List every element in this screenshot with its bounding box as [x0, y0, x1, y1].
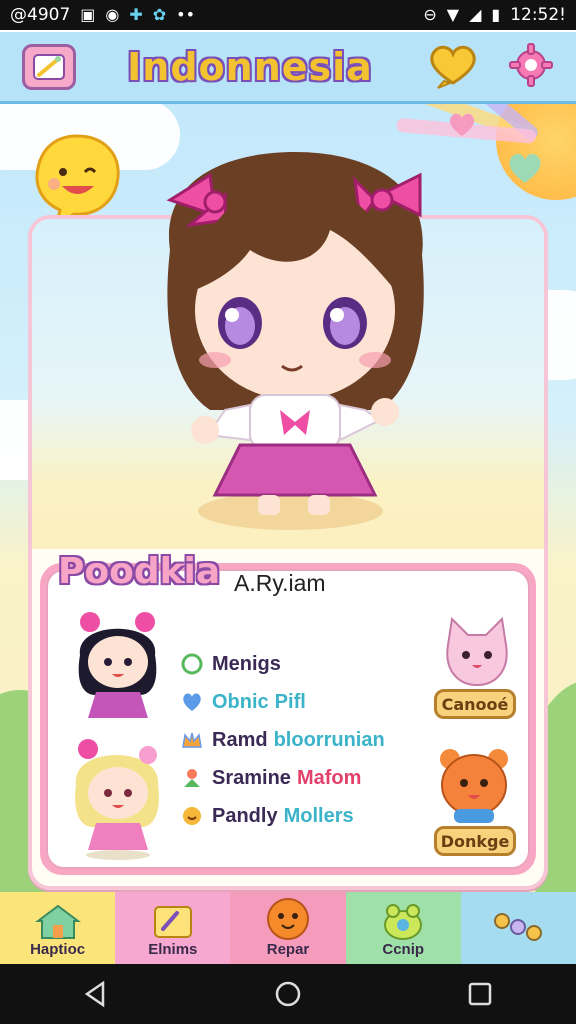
tab-repar[interactable]: Repar	[230, 892, 346, 964]
battery-icon: ▮	[491, 5, 501, 24]
art-board-icon	[153, 906, 192, 938]
stat-key: Menigs	[212, 652, 281, 675]
status-bar: @4907 ▣ ◉ ✚ ✿ •• ⊖ ▼ ◢ ▮ 12:52!	[0, 0, 576, 30]
green-heart-icon	[180, 652, 204, 676]
green-heart-decoration-icon	[509, 154, 541, 183]
settings-gear-icon	[508, 42, 553, 87]
tab-more[interactable]	[460, 892, 576, 964]
speech-heart-icon	[430, 45, 476, 89]
tab-label: Haptioc	[30, 941, 86, 958]
tab-label: Repar	[266, 941, 310, 958]
bottom-tab-bar: Haptioc Elnims Repar Ccnip	[0, 892, 576, 964]
profile-stats-list: Menigs Obnic Pifl Ramd bloorrunian Srami…	[180, 645, 410, 835]
stat-value: Pifl	[274, 690, 306, 713]
system-nav-bar	[0, 964, 576, 1024]
pink-cat-avatar[interactable]	[438, 615, 516, 690]
stat-row: Ramd bloorrunian	[180, 721, 410, 759]
bear-button[interactable]: Donkge	[434, 826, 516, 856]
status-time: 12:52!	[510, 5, 566, 25]
house-icon	[34, 904, 81, 939]
blonde-chibi-avatar[interactable]	[70, 735, 165, 860]
stat-row: Menigs	[180, 645, 410, 683]
cat-button[interactable]: Canooé	[434, 689, 516, 719]
frog-icon	[384, 904, 423, 940]
speech-heart-button[interactable]	[424, 41, 482, 93]
tab-haptioc[interactable]: Haptioc	[0, 892, 116, 964]
stat-row: Sramine Mafom	[180, 759, 410, 797]
wifi-icon: ▼	[446, 5, 460, 24]
stat-value: Mafom	[296, 766, 362, 789]
stat-row: Pandly Mollers	[180, 797, 410, 835]
tab-elnims[interactable]: Elnims	[115, 892, 231, 964]
stat-key: Pandly	[212, 804, 278, 827]
tab-label: Ccnip	[382, 941, 425, 958]
recents-icon[interactable]	[465, 979, 495, 1009]
profile-subtitle: A.Ry.iam	[234, 570, 326, 596]
tab-ccnip[interactable]: Ccnip	[345, 892, 461, 964]
dots-icon	[494, 913, 543, 941]
more-notifications-icon: ••	[176, 5, 196, 24]
stat-row: Obnic Pifl	[180, 683, 410, 721]
image-notification-icon: ▣	[80, 5, 96, 24]
orange-bear-avatar[interactable]	[434, 745, 514, 825]
stat-value: bloorrunian	[273, 728, 385, 751]
stat-value: Mollers	[283, 804, 354, 827]
main-chibi-character[interactable]	[130, 140, 460, 525]
orange-face-icon	[267, 898, 309, 940]
puzzle-notification-icon: ✚	[129, 5, 143, 24]
flower-icon	[180, 766, 204, 790]
media-notification-icon: ◉	[105, 5, 120, 24]
paint-brush-icon	[33, 53, 65, 80]
stat-key: Obnic	[212, 690, 269, 713]
page-title: Indonnesia	[127, 44, 373, 89]
profile-name-banner: Poodkia	[58, 551, 221, 592]
signal-icon: ◢	[469, 5, 482, 24]
do-not-disturb-icon: ⊖	[423, 5, 437, 24]
back-icon[interactable]	[81, 979, 111, 1009]
home-icon[interactable]	[273, 979, 303, 1009]
blue-heart-icon	[180, 690, 204, 714]
stat-key: Ramd	[212, 728, 268, 751]
stat-key: Sramine	[212, 766, 291, 789]
paint-brush-button[interactable]	[22, 43, 76, 90]
tab-label: Elnims	[148, 941, 198, 958]
small-heart-icon	[449, 113, 475, 136]
paw-notification-icon: ✿	[152, 5, 167, 24]
app-bar: Indonnesia	[0, 30, 576, 104]
settings-button[interactable]	[508, 42, 554, 92]
crown-icon	[180, 728, 204, 752]
status-left-text: @4907	[10, 5, 71, 25]
smile-icon	[180, 804, 204, 828]
dark-hair-chibi-avatar[interactable]	[70, 610, 165, 725]
